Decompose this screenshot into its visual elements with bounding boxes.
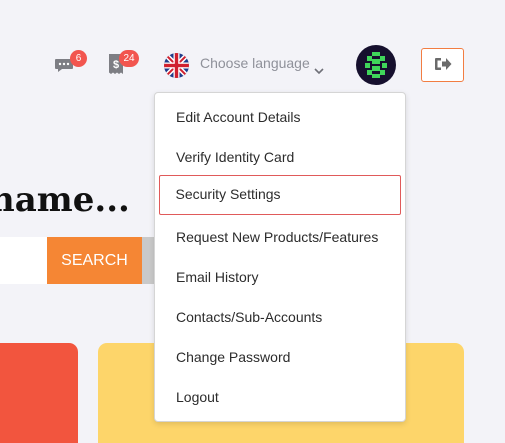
menu-item-security-settings[interactable]: Security Settings — [159, 175, 401, 215]
search-button[interactable]: SEARCH — [47, 237, 142, 284]
avatar[interactable] — [356, 45, 396, 85]
logout-button[interactable] — [421, 48, 464, 82]
account-dropdown-menu: Edit Account Details Verify Identity Car… — [154, 92, 406, 422]
tasks-badge: 24 — [119, 50, 139, 67]
language-selector[interactable]: Choose language — [200, 55, 310, 71]
menu-item-email-history[interactable]: Email History — [159, 257, 401, 297]
svg-text:$: $ — [113, 59, 119, 71]
page-heading: name... — [0, 180, 130, 220]
search-input[interactable] — [0, 237, 47, 284]
uk-flag-icon[interactable] — [164, 53, 189, 78]
messages-badge: 6 — [70, 50, 87, 67]
sign-out-icon — [434, 56, 452, 75]
menu-item-contacts-sub-accounts[interactable]: Contacts/Sub-Accounts — [159, 297, 401, 337]
dashboard-card-red[interactable] — [0, 343, 78, 443]
menu-item-edit-account-details[interactable]: Edit Account Details — [159, 97, 401, 137]
menu-item-verify-identity-card[interactable]: Verify Identity Card — [159, 137, 401, 177]
chevron-down-icon[interactable] — [314, 60, 324, 75]
menu-item-request-new-products[interactable]: Request New Products/Features — [159, 217, 401, 257]
menu-item-change-password[interactable]: Change Password — [159, 337, 401, 377]
menu-item-logout[interactable]: Logout — [159, 377, 401, 417]
